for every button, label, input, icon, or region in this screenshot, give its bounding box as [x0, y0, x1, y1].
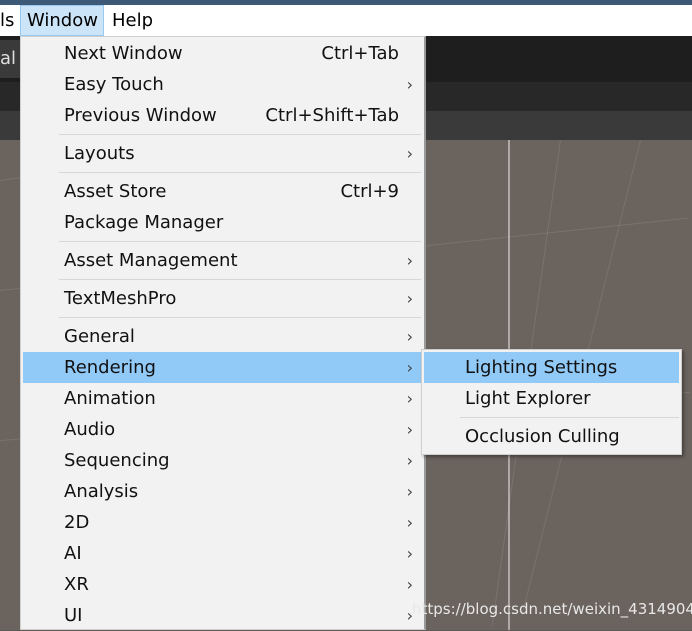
submenu-item-lighting-settings[interactable]: Lighting Settings — [424, 352, 679, 383]
menu-item-label: Audio — [64, 419, 116, 440]
menu-separator — [59, 317, 421, 318]
window-menu: Next Window Ctrl+Tab Easy Touch › Previo… — [20, 36, 426, 630]
menu-item-label: Next Window — [64, 43, 183, 64]
menu-item-audio[interactable]: Audio › — [23, 414, 423, 445]
chevron-right-icon: › — [406, 75, 413, 94]
chevron-right-icon: › — [406, 482, 413, 501]
menubar: ls Window Help — [0, 5, 692, 36]
chevron-right-icon: › — [406, 358, 413, 377]
menu-item-label: TextMeshPro — [64, 288, 177, 309]
menu-item-label: Package Manager — [64, 212, 224, 233]
submenu-item-label: Light Explorer — [465, 388, 591, 409]
menu-item-package-manager[interactable]: Package Manager — [23, 207, 423, 238]
menu-item-animation[interactable]: Animation › — [23, 383, 423, 414]
menu-item-xr[interactable]: XR › — [23, 569, 423, 600]
chevron-right-icon: › — [406, 451, 413, 470]
menu-item-shortcut: Ctrl+9 — [340, 181, 399, 202]
menubar-item-window[interactable]: Window — [20, 5, 104, 36]
submenu-item-light-explorer[interactable]: Light Explorer — [424, 383, 679, 414]
menu-item-label: UI — [64, 605, 83, 626]
menu-item-textmeshpro[interactable]: TextMeshPro › — [23, 283, 423, 314]
menu-item-label: Layouts — [64, 143, 135, 164]
menu-separator — [59, 172, 421, 173]
menu-item-shortcut: Ctrl+Shift+Tab — [265, 105, 399, 126]
menu-item-rendering[interactable]: Rendering › — [23, 352, 423, 383]
menu-item-analysis[interactable]: Analysis › — [23, 476, 423, 507]
toolbar-tab[interactable]: al — [0, 40, 20, 78]
menu-item-label: XR — [64, 574, 89, 595]
submenu-item-occlusion-culling[interactable]: Occlusion Culling — [424, 421, 679, 452]
menu-item-asset-store[interactable]: Asset Store Ctrl+9 — [23, 176, 423, 207]
chevron-right-icon: › — [406, 544, 413, 563]
watermark-text: https://blog.csdn.net/weixin_43149049 — [412, 600, 692, 618]
menu-item-sequencing[interactable]: Sequencing › — [23, 445, 423, 476]
menubar-item-tools[interactable]: ls — [0, 5, 20, 36]
menu-separator — [59, 134, 421, 135]
chevron-right-icon: › — [406, 389, 413, 408]
menu-item-label: General — [64, 326, 135, 347]
menu-item-asset-management[interactable]: Asset Management › — [23, 245, 423, 276]
chevron-right-icon: › — [406, 327, 413, 346]
menu-item-ai[interactable]: AI › — [23, 538, 423, 569]
menu-separator — [59, 241, 421, 242]
menu-item-layouts[interactable]: Layouts › — [23, 138, 423, 169]
menu-item-ui[interactable]: UI › — [23, 600, 423, 631]
menu-item-next-window[interactable]: Next Window Ctrl+Tab — [23, 38, 423, 69]
menu-item-label: Analysis — [64, 481, 139, 502]
menu-item-label: Easy Touch — [64, 74, 164, 95]
menu-item-2d[interactable]: 2D › — [23, 507, 423, 538]
menu-item-previous-window[interactable]: Previous Window Ctrl+Shift+Tab — [23, 100, 423, 131]
menubar-item-help[interactable]: Help — [106, 5, 159, 36]
menu-separator — [59, 279, 421, 280]
menu-item-shortcut: Ctrl+Tab — [321, 43, 399, 64]
menu-item-label: AI — [64, 543, 82, 564]
menu-item-easy-touch[interactable]: Easy Touch › — [23, 69, 423, 100]
menu-item-label: Animation — [64, 388, 156, 409]
menu-item-label: Sequencing — [64, 450, 170, 471]
menu-item-label: 2D — [64, 512, 90, 533]
chevron-right-icon: › — [406, 251, 413, 270]
chevron-right-icon: › — [406, 420, 413, 439]
menu-item-general[interactable]: General › — [23, 321, 423, 352]
menu-item-label: Asset Store — [64, 181, 167, 202]
submenu-separator — [460, 417, 679, 418]
chevron-right-icon: › — [406, 513, 413, 532]
menu-item-label: Asset Management — [64, 250, 238, 271]
chevron-right-icon: › — [406, 289, 413, 308]
submenu-item-label: Occlusion Culling — [465, 426, 620, 447]
submenu-item-label: Lighting Settings — [465, 357, 618, 378]
menu-item-label: Rendering — [64, 357, 156, 378]
chevron-right-icon: › — [406, 144, 413, 163]
rendering-submenu: Lighting Settings Light Explorer Occlusi… — [421, 349, 682, 455]
menu-item-label: Previous Window — [64, 105, 217, 126]
chevron-right-icon: › — [406, 575, 413, 594]
